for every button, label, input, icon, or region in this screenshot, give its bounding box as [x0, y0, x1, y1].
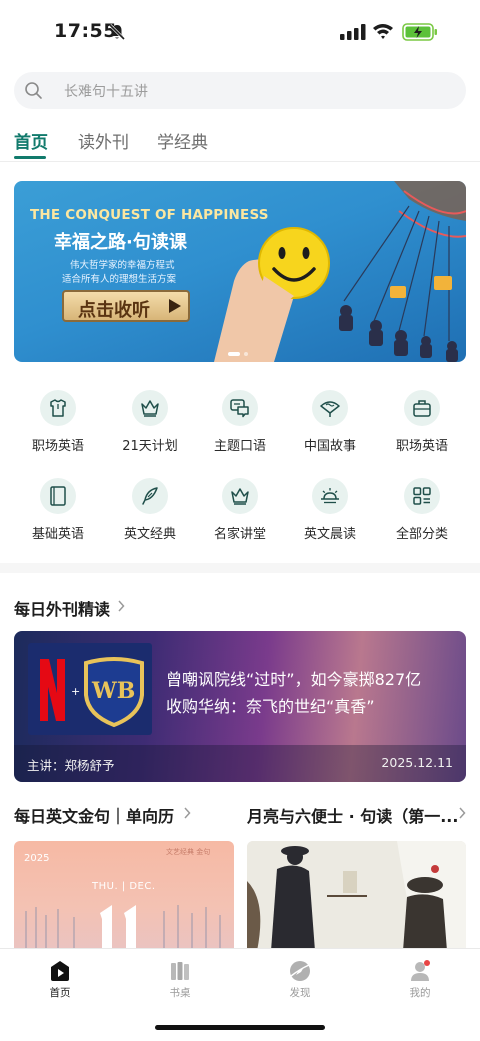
category-masters-lecture[interactable]: 名家讲堂	[194, 478, 286, 548]
top-tabs: 首页 读外刊 学经典	[0, 124, 480, 162]
category-label: 21天计划	[122, 439, 178, 454]
chevron-right-icon[interactable]	[183, 807, 191, 819]
article-title: 曾嘲讽院线“过时”，如今豪掷827亿	[166, 670, 422, 689]
signal-icon	[340, 24, 366, 40]
banner-title-cn: 幸福之路·句读课	[54, 232, 187, 253]
daily-reading-title[interactable]: 每日外刊精读	[14, 596, 110, 620]
chevron-right-icon[interactable]	[117, 600, 125, 612]
tab-read-journals[interactable]: 读外刊	[78, 128, 129, 153]
carousel-indicator	[228, 352, 252, 356]
category-basic-english[interactable]: 基础英语	[12, 478, 104, 548]
books-icon	[171, 962, 189, 980]
category-china-stories[interactable]: 中国故事	[284, 390, 376, 460]
article-footer: 主讲：郑杨舒予 2025.12.11	[14, 745, 466, 782]
category-label: 全部分类	[395, 527, 448, 542]
book-icon	[40, 478, 76, 514]
moon-sixpence-card[interactable]	[247, 841, 466, 951]
feather-icon	[132, 478, 168, 514]
chat-icon	[222, 390, 258, 426]
category-english-classics[interactable]: 英文经典	[104, 478, 196, 548]
category-label: 中国故事	[303, 439, 356, 454]
wifi-icon	[373, 24, 393, 39]
section-divider	[0, 563, 480, 573]
category-topic-speaking[interactable]: 主题口语	[194, 390, 286, 460]
tab-profile[interactable]: 我的	[360, 949, 480, 1009]
article-title: 收购华纳：奈飞的世纪“真香”	[166, 697, 375, 716]
shirt-icon	[40, 390, 76, 426]
card-tag: 文艺经典 金句	[166, 848, 211, 856]
profile-icon	[411, 960, 430, 981]
tab-discover[interactable]: 发现	[240, 949, 360, 1009]
compass-icon	[290, 961, 310, 981]
battery-charging-icon	[402, 23, 437, 41]
search-icon	[25, 82, 42, 99]
tab-label: 发现	[289, 987, 311, 999]
chevron-right-icon[interactable]	[458, 807, 466, 819]
tab-label: 首页	[49, 987, 71, 999]
tab-label: 书桌	[169, 987, 191, 999]
crown-icon	[132, 390, 168, 426]
category-morning-reading[interactable]: 英文晨读	[284, 478, 376, 548]
article-cover: + WB	[28, 643, 152, 735]
search-placeholder: 长难句十五讲	[64, 84, 148, 100]
category-label: 职场英语	[31, 439, 84, 454]
article-logo-text: WB	[92, 678, 136, 704]
carousel-dot	[244, 352, 248, 356]
card-weekday-month: THU. | DEC.	[92, 881, 156, 892]
category-label: 基础英语	[31, 527, 84, 542]
card-year: 2025	[24, 853, 50, 864]
divider	[0, 161, 480, 162]
tab-label: 我的	[409, 987, 431, 999]
banner-subtitle: 伟大哲学家的幸福方程式	[70, 260, 175, 271]
category-label: 英文经典	[123, 527, 176, 542]
daily-quote-title[interactable]: 每日英文金句｜单向历	[14, 803, 174, 827]
article-card[interactable]: + WB 曾嘲讽院线“过时”，如今豪掷827亿 收购华纳：奈飞的世纪“真香” 主…	[14, 631, 466, 782]
article-speaker: 主讲：郑杨舒予	[27, 758, 115, 773]
painting-illustration	[247, 841, 466, 951]
banner-title-en: THE CONQUEST OF HAPPINESS	[30, 207, 269, 223]
promo-banner[interactable]: THE CONQUEST OF HAPPINESS 幸福之路·句读课 伟大哲学家…	[14, 181, 466, 362]
article-date: 2025.12.11	[381, 755, 453, 770]
daily-quote-card[interactable]: 2025 文艺经典 金句 THU. | DEC.	[14, 841, 234, 951]
svg-text:+: +	[71, 685, 80, 698]
category-21-day-plan[interactable]: 21天计划	[104, 390, 196, 460]
category-workplace-english[interactable]: 职场英语	[12, 390, 104, 460]
tab-home-bottom[interactable]: 首页	[0, 949, 120, 1009]
moon-sixpence-title[interactable]: 月亮与六便士 · 句读（第一...	[247, 803, 458, 827]
listen-button-label: 点击收听	[78, 300, 150, 321]
category-all[interactable]: 全部分类	[376, 478, 468, 548]
category-label: 英文晨读	[303, 527, 356, 542]
play-arrow-icon	[169, 299, 181, 313]
search-input[interactable]: 长难句十五讲	[14, 72, 466, 109]
fan-icon	[312, 390, 348, 426]
category-workplace-english-2[interactable]: 职场英语	[376, 390, 468, 460]
crown-icon	[222, 478, 258, 514]
tab-desk[interactable]: 书桌	[120, 949, 240, 1009]
play-home-icon	[51, 961, 69, 981]
carousel-dot-active	[228, 352, 240, 356]
category-label: 职场英语	[395, 439, 448, 454]
banner-subtitle: 适合所有人的理想生活方案	[62, 274, 177, 285]
sunrise-icon	[312, 478, 348, 514]
status-bar: 17:55	[0, 0, 480, 62]
briefcase-icon	[404, 390, 440, 426]
grid-icon	[404, 478, 440, 514]
tab-active-indicator	[14, 156, 46, 159]
category-label: 主题口语	[213, 439, 266, 454]
tab-home[interactable]: 首页	[14, 128, 48, 153]
tab-learn-classics[interactable]: 学经典	[157, 128, 208, 153]
bell-muted-icon	[108, 23, 126, 41]
category-label: 名家讲堂	[213, 527, 266, 542]
listen-button[interactable]: 点击收听	[62, 290, 190, 322]
home-indicator	[155, 1025, 325, 1030]
